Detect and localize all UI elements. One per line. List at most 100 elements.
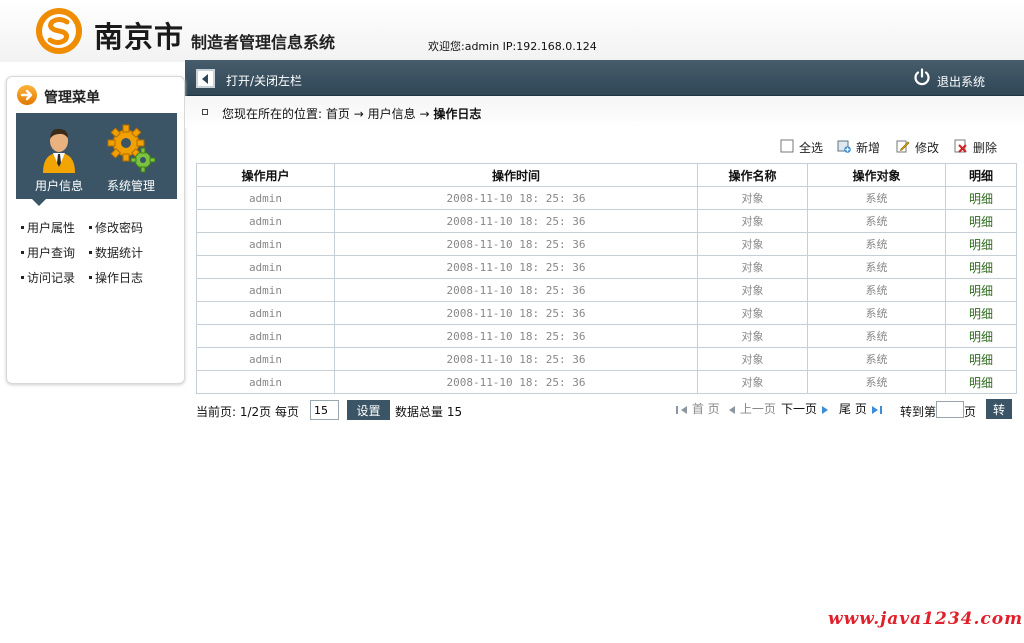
link-change-password[interactable]: 修改密码 (88, 219, 143, 236)
table-body: admin 2008-11-10 18: 25: 36 对象 系统 明细 admin 200… (196, 186, 1017, 394)
cell-time: 2008-11-10 18: 25: 36 (334, 347, 698, 371)
next-page-label: 下一页 (781, 402, 818, 416)
goto-suffix: 页 (964, 405, 977, 419)
menu-title: 管理菜单 (44, 90, 100, 106)
cell-operation: 对象 (697, 370, 808, 394)
user-icon (43, 128, 75, 173)
add-icon (837, 140, 851, 153)
last-page-icon (871, 405, 882, 414)
cell-target: 系统 (807, 324, 946, 348)
toggle-sidebar-icon[interactable] (196, 69, 215, 88)
first-page-label: 首 页 (691, 402, 720, 416)
detail-link[interactable]: 明细 (945, 324, 1017, 348)
log-table: 操作用户 操作时间 操作名称 操作对象 明细 admin 2008-11-10 1… (196, 163, 1017, 394)
delete-label: 删除 (973, 141, 998, 155)
cell-time: 2008-11-10 18: 25: 36 (334, 209, 698, 233)
table-row: admin 2008-11-10 18: 25: 36 对象 系统 明细 (196, 301, 1017, 325)
watermark-text: www.java1234.com (828, 609, 1024, 629)
link-user-query[interactable]: 用户查询 (20, 244, 75, 261)
column-header: 操作名称 (697, 163, 808, 187)
detail-link[interactable]: 明细 (945, 186, 1017, 210)
brand-city: 南京市 (94, 20, 185, 54)
column-header: 明细 (945, 163, 1017, 187)
table-row: admin 2008-11-10 18: 25: 36 对象 系统 明细 (196, 278, 1017, 302)
cell-target: 系统 (807, 301, 946, 325)
first-page-icon (676, 405, 687, 414)
cell-user: admin (196, 370, 335, 394)
cell-user: admin (196, 324, 335, 348)
link-operation-log[interactable]: 操作日志 (88, 269, 143, 286)
cell-target: 系统 (807, 232, 946, 256)
cell-target: 系统 (807, 209, 946, 233)
cell-user: admin (196, 347, 335, 371)
cell-time: 2008-11-10 18: 25: 36 (334, 186, 698, 210)
breadcrumb-level1[interactable]: 用户信息 (368, 107, 416, 121)
checkbox-icon[interactable] (780, 139, 794, 153)
cell-target: 系统 (807, 186, 946, 210)
logout-link[interactable]: 退出系统 (937, 73, 985, 90)
table-row: admin 2008-11-10 18: 25: 36 对象 系统 明细 (196, 347, 1017, 371)
cell-user: admin (196, 186, 335, 210)
edit-label: 修改 (915, 141, 940, 155)
table-row: admin 2008-11-10 18: 25: 36 对象 系统 明细 (196, 370, 1017, 394)
goto-page-input[interactable] (936, 401, 964, 418)
set-button[interactable]: 设置 (347, 400, 390, 420)
cell-operation: 对象 (697, 324, 808, 348)
next-page-link[interactable]: 下一页 (781, 400, 830, 417)
brand-subtitle: 制造者管理信息系统 (191, 33, 336, 52)
table-row: admin 2008-11-10 18: 25: 36 对象 系统 明细 (196, 255, 1017, 279)
breadcrumb-home[interactable]: 首页 (326, 107, 350, 121)
delete-icon (954, 139, 967, 153)
column-header: 操作对象 (807, 163, 946, 187)
action-toolbar: 全选 新增 修改 删除 (780, 138, 1020, 156)
gears-icon (107, 124, 156, 173)
detail-link[interactable]: 明细 (945, 255, 1017, 279)
table-row: admin 2008-11-10 18: 25: 36 对象 系统 明细 (196, 186, 1017, 210)
menu-item-label: 用户信息 (34, 179, 83, 193)
cell-operation: 对象 (697, 255, 808, 279)
menu-icon-panel: 用户信息 系统管理 (16, 113, 177, 206)
table-header-row: 操作用户 操作时间 操作名称 操作对象 明细 (196, 163, 1017, 187)
cell-operation: 对象 (697, 186, 808, 210)
total-count: 数据总量 15 (395, 405, 463, 419)
cell-operation: 对象 (697, 232, 808, 256)
per-page-input[interactable] (310, 400, 339, 420)
link-user-attributes[interactable]: 用户属性 (20, 219, 75, 236)
add-label: 新增 (856, 141, 881, 155)
prev-page-icon (729, 405, 735, 414)
last-page-link[interactable]: 尾 页 (839, 400, 883, 417)
cell-time: 2008-11-10 18: 25: 36 (334, 232, 698, 256)
prev-page-label: 上一页 (739, 402, 776, 416)
prev-page-link[interactable]: 上一页 (727, 400, 776, 417)
power-icon[interactable] (913, 68, 931, 86)
detail-link[interactable]: 明细 (945, 278, 1017, 302)
breadcrumb-prefix: 您现在所在的位置: (222, 107, 323, 121)
cell-user: admin (196, 255, 335, 279)
cell-time: 2008-11-10 18: 25: 36 (334, 255, 698, 279)
detail-link[interactable]: 明细 (945, 347, 1017, 371)
detail-link[interactable]: 明细 (945, 209, 1017, 233)
next-page-icon (821, 405, 828, 414)
cell-operation: 对象 (697, 347, 808, 371)
detail-link[interactable]: 明细 (945, 232, 1017, 256)
cell-target: 系统 (807, 370, 946, 394)
cell-time: 2008-11-10 18: 25: 36 (334, 301, 698, 325)
detail-link[interactable]: 明细 (945, 301, 1017, 325)
cell-operation: 对象 (697, 209, 808, 233)
current-page-label: 当前页: 1/2页 每页 (196, 405, 299, 419)
arrow-icon: → (353, 107, 364, 121)
column-header: 操作时间 (334, 163, 698, 187)
select-all-label: 全选 (799, 141, 824, 155)
cell-target: 系统 (807, 255, 946, 279)
link-data-statistics[interactable]: 数据统计 (88, 244, 143, 261)
go-button[interactable]: 转 (986, 399, 1012, 419)
cell-target: 系统 (807, 278, 946, 302)
goto-label: 转到第 (900, 405, 937, 419)
toggle-sidebar-link[interactable]: 打开/关闭左栏 (226, 72, 302, 89)
cell-user: admin (196, 301, 335, 325)
first-page-link[interactable]: 首 页 (676, 400, 720, 417)
welcome-text: 欢迎您:admin IP:192.168.0.124 (428, 40, 597, 53)
cell-time: 2008-11-10 18: 25: 36 (334, 278, 698, 302)
link-visit-records[interactable]: 访问记录 (20, 269, 75, 286)
detail-link[interactable]: 明细 (945, 370, 1017, 394)
